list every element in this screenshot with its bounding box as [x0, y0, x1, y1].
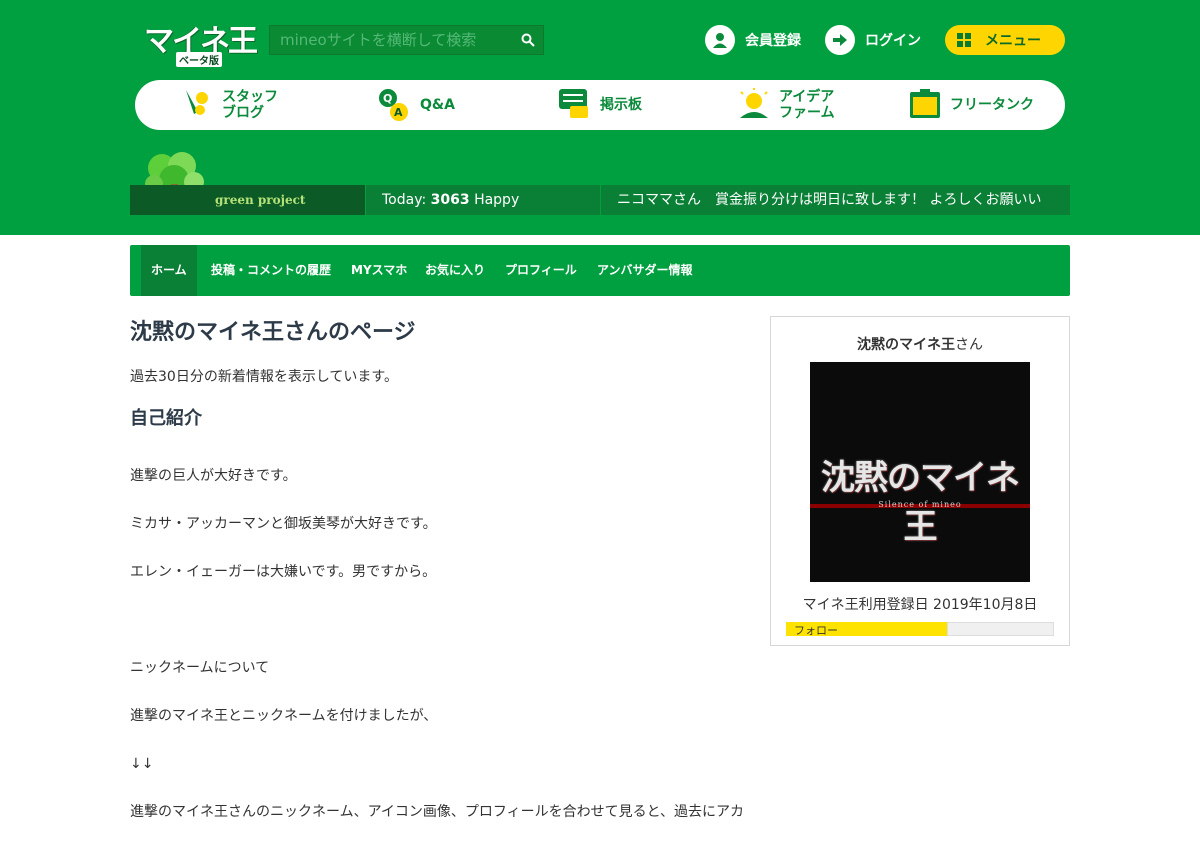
main-nav: スタッフ ブログ QA Q&A 掲示板 アイデア ファーム フリータンク — [135, 80, 1065, 130]
bio-line: ↓↓ — [130, 756, 154, 772]
tab-home[interactable]: ホーム — [141, 245, 197, 296]
chat-icon — [558, 88, 592, 122]
nav-item-free-tank[interactable]: フリータンク — [908, 88, 1034, 122]
site-logo[interactable]: マイネ王 ベータ版 — [144, 16, 258, 67]
lead-text: 過去30日分の新着情報を表示しています。 — [130, 369, 398, 385]
profile-card-tabs: フォロー — [786, 622, 1054, 637]
nav-item-qa[interactable]: QA Q&A — [378, 88, 455, 122]
register-label: 会員登録 — [745, 33, 801, 49]
tab-profile[interactable]: プロフィール — [495, 245, 587, 296]
grid-icon — [957, 33, 971, 47]
bio-line: エレン・イェーガーは大嫌いです。男ですから。 — [130, 564, 437, 580]
today-happy-counter: Today: 3063 Happy — [366, 185, 600, 215]
login-label: ログイン — [865, 33, 921, 49]
profile-subnav: ホーム 投稿・コメントの履歴 MYスマホ お気に入り プロフィール アンバサダー… — [130, 245, 1070, 296]
tab-ambassador[interactable]: アンバサダー情報 — [587, 245, 703, 296]
green-project-link[interactable]: green project — [130, 185, 365, 215]
register-button[interactable]: 会員登録 — [705, 25, 801, 55]
bio-line: 進撃のマイネ王とニックネームを付けましたが、 — [130, 708, 438, 724]
bulb-icon — [737, 88, 771, 122]
nav-label: Q&A — [420, 97, 455, 113]
tab-my-smartphone[interactable]: MYスマホ — [341, 245, 417, 296]
today-prefix: Today: — [382, 192, 427, 208]
svg-text:Q: Q — [383, 92, 392, 105]
qa-icon: QA — [378, 88, 412, 122]
avatar: 沈黙のマイネ王 Silence of mineo — [810, 362, 1030, 582]
tank-icon — [908, 88, 942, 122]
svg-text:A: A — [394, 106, 403, 119]
bio-line: ニックネームについて — [130, 660, 270, 676]
user-icon — [705, 25, 735, 55]
search-input[interactable] — [270, 26, 510, 54]
section-title: 自己紹介 — [130, 408, 202, 429]
login-icon — [825, 25, 855, 55]
bio-text: 進撃の巨人が大好きです。 ミカサ・アッカーマンと御坂美琴が大好きです。 エレン・… — [130, 440, 750, 848]
nav-item-staff-blog[interactable]: スタッフ ブログ — [180, 88, 278, 122]
bio-line: ミカサ・アッカーマンと御坂美琴が大好きです。 — [130, 516, 437, 532]
nav-label: アイデア ファーム — [779, 89, 835, 121]
avatar-subtitle: Silence of mineo — [878, 500, 962, 509]
nav-item-idea-farm[interactable]: アイデア ファーム — [737, 88, 835, 122]
news-ticker[interactable]: ニコママさん 賞金振り分けは明日に致します！ よろしくお願いい — [601, 185, 1070, 215]
nav-label: フリータンク — [950, 97, 1034, 113]
site-header: マイネ王 ベータ版 会員登録 ログイン メニュー スタッフ ブログ — [0, 0, 1200, 235]
username-suffix: さん — [955, 337, 983, 353]
today-count: 3063 — [430, 192, 470, 208]
profile-username: 沈黙のマイネ王さん — [771, 334, 1069, 354]
menu-label: メニュー — [985, 33, 1041, 49]
tab-favorites[interactable]: お気に入り — [415, 245, 495, 296]
main-content: 沈黙のマイネ王さんのページ 過去30日分の新着情報を表示しています。 自己紹介 … — [130, 310, 750, 848]
username: 沈黙のマイネ王 — [857, 337, 955, 353]
registration-date: マイネ王利用登録日 2019年10月8日 — [802, 597, 1038, 613]
bio-line — [130, 608, 750, 632]
nav-label: 掲示板 — [600, 97, 642, 113]
logo-beta-badge: ベータ版 — [176, 52, 222, 67]
follow-tab[interactable]: フォロー — [786, 622, 947, 637]
tab-history[interactable]: 投稿・コメントの履歴 — [201, 245, 341, 296]
nav-label: スタッフ ブログ — [222, 89, 278, 121]
bio-line: 進撃のマイネ王さんのニックネーム、アイコン画像、プロフィールを合わせて見ると、過… — [130, 804, 745, 820]
info-bar: green project Today: 3063 Happy ニコママさん 賞… — [130, 185, 1070, 215]
search-box — [269, 25, 544, 55]
avatar-title: 沈黙のマイネ王 — [821, 458, 1020, 547]
nav-item-board[interactable]: 掲示板 — [558, 88, 642, 122]
secondary-tab[interactable] — [947, 622, 1054, 636]
login-button[interactable]: ログイン — [825, 25, 921, 55]
search-icon[interactable] — [521, 33, 535, 47]
today-suffix: Happy — [474, 192, 520, 208]
pen-icon — [180, 88, 214, 122]
menu-button[interactable]: メニュー — [945, 25, 1065, 55]
page-title: 沈黙のマイネ王さんのページ — [130, 320, 416, 345]
bio-line: 進撃の巨人が大好きです。 — [130, 468, 297, 484]
profile-card: 沈黙のマイネ王さん 沈黙のマイネ王 Silence of mineo マイネ王利… — [770, 316, 1070, 646]
